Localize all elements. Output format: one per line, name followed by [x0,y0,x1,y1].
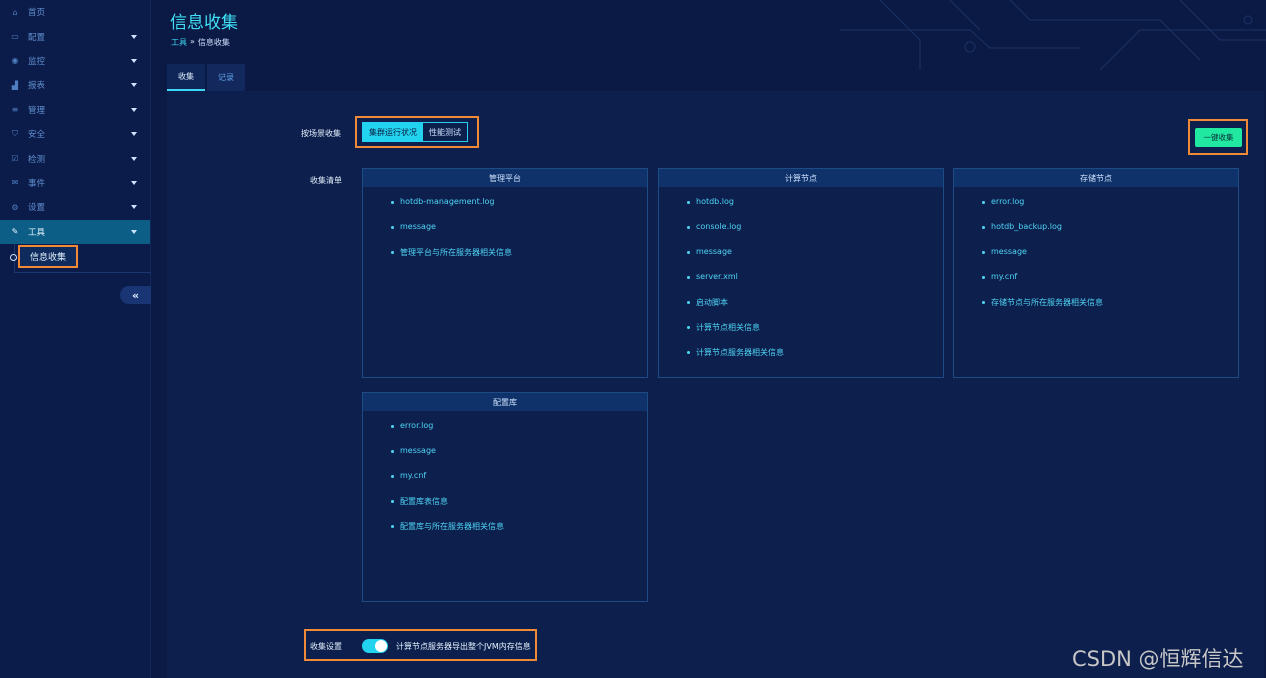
watermark: CSDN @恒辉信达 [1072,647,1244,671]
list-item: 配置库与所在服务器相关信息 [391,521,647,546]
list-item: 计算节点服务器相关信息 [687,347,943,372]
home-icon: ⌂ [12,7,18,17]
card-item-list: error.log hotdb_backup.log message my.cnf 存储… [954,187,1238,322]
chevron-down-icon [131,83,137,88]
chevron-down-icon [131,107,137,112]
card-item-list: hotdb-management.log message 管理平台与所在服务器相关信… [363,187,647,272]
database-icon: ≡ [11,105,19,115]
card-item-list: error.log message my.cnf 配置库表信息 配置库与所在服务器相关信… [363,411,647,546]
checkbox-icon: ☑ [11,154,19,164]
sidebar-item-label: 首页 [28,8,46,19]
tab-bar: 收集 记录 [167,64,247,91]
sidebar-item-label: 监控 [28,56,46,67]
monitor-icon: ▭ [11,32,19,42]
sidebar-item-9[interactable]: ✎ 工具 [0,219,150,244]
chart-icon: ▟ [11,80,19,90]
scene-selector: 集群运行状况 性能测试 [362,122,468,142]
list-item: console.log [687,222,943,247]
card-title: 管理平台 [363,169,647,187]
card-config-db: 配置库 error.log message my.cnf 配置库表信息 配置库与所在服务… [362,392,648,602]
card-title: 存储节点 [954,169,1238,187]
scene-option-performance-test[interactable]: 性能测试 [423,123,467,141]
eye-icon: ◉ [11,56,19,66]
sidebar-subitem-info-collect[interactable]: 信息收集 [18,244,78,268]
list-label: 收集清单 [310,176,342,185]
list-item: error.log [391,421,647,446]
jvm-memory-toggle[interactable] [362,639,388,653]
gear-icon: ⚙ [11,202,19,212]
tab-collect[interactable]: 收集 [167,64,205,91]
card-title: 计算节点 [659,169,943,187]
sidebar-item-label: 事件 [28,178,46,189]
chevron-down-icon [131,156,137,161]
list-item: message [391,446,647,471]
breadcrumb-separator: » [190,37,195,46]
list-item: 配置库表信息 [391,496,647,521]
scene-label: 按场景收集 [301,129,341,138]
sidebar-item-6[interactable]: ☑ 检测 [0,146,150,170]
sub-menu: 信息收集 [0,243,151,273]
toggle-description: 计算节点服务器导出整个JVM内存信息 [396,642,531,651]
list-item: 计算节点相关信息 [687,322,943,347]
background-decoration [840,0,1266,70]
list-item: 存储节点与所在服务器相关信息 [982,297,1238,322]
list-item: my.cnf [391,471,647,496]
card-storage-node: 存储节点 error.log hotdb_backup.log message my.… [953,168,1239,378]
sidebar-item-label: 检测 [28,154,46,165]
sidebar-item-8[interactable]: ⚙ 设置 [0,195,150,219]
toggle-knob [375,640,387,652]
sidebar-item-1[interactable]: ▭ 配置 [0,24,150,48]
chevron-down-icon [131,132,137,137]
sidebar-item-label: 工具 [28,227,46,238]
settings-label: 收集设置 [310,642,342,651]
breadcrumb: 工具 » 信息收集 [171,37,230,48]
sidebar: ⌂ 首页 ▭ 配置 ◉ 监控 ▟ 报表 ≡ 管理 ⛉ 安全 ☑ 检测 ✉ 事件 ⚙ 设置 ✎ 工具 信息收集 « [0,0,151,678]
list-item: error.log [982,197,1238,222]
sidebar-item-0[interactable]: ⌂ 首页 [0,0,150,24]
sidebar-item-label: 配置 [28,32,46,43]
card-management-platform: 管理平台 hotdb-management.log message 管理平台与所在服… [362,168,648,378]
wrench-icon: ✎ [11,227,19,237]
chevron-down-icon [131,229,137,234]
circle-icon [10,253,17,261]
sidebar-item-7[interactable]: ✉ 事件 [0,171,150,195]
tab-records[interactable]: 记录 [207,64,245,91]
sidebar-item-4[interactable]: ≡ 管理 [0,98,150,122]
breadcrumb-tools-link[interactable]: 工具 [171,37,187,48]
sidebar-item-5[interactable]: ⛉ 安全 [0,122,150,146]
list-item: my.cnf [982,272,1238,297]
list-item: 管理平台与所在服务器相关信息 [391,247,647,272]
sidebar-item-label: 设置 [28,203,46,214]
list-item: 启动脚本 [687,297,943,322]
chevron-down-icon [131,58,137,63]
list-item: message [687,247,943,272]
page-title: 信息收集 [170,13,238,33]
list-item: hotdb_backup.log [982,222,1238,247]
sidebar-item-label: 管理 [28,105,46,116]
list-item: server.xml [687,272,943,297]
list-item: hotdb-management.log [391,197,647,222]
list-item: message [391,222,647,247]
list-item: hotdb.log [687,197,943,222]
chevron-down-icon [131,34,137,39]
sidebar-item-3[interactable]: ▟ 报表 [0,73,150,97]
chevron-down-icon [131,205,137,210]
scene-option-cluster-status[interactable]: 集群运行状况 [363,123,423,141]
sidebar-item-2[interactable]: ◉ 监控 [0,49,150,73]
nav-list: ⌂ 首页 ▭ 配置 ◉ 监控 ▟ 报表 ≡ 管理 ⛉ 安全 ☑ 检测 ✉ 事件 ⚙ 设置 ✎ 工具 [0,0,150,244]
shield-icon: ⛉ [12,129,18,139]
sidebar-item-label: 安全 [28,130,46,141]
collapse-sidebar-button[interactable]: « [120,286,151,304]
card-compute-node: 计算节点 hotdb.log console.log message server.x… [658,168,944,378]
breadcrumb-current: 信息收集 [197,38,230,47]
card-item-list: hotdb.log console.log message server.xml 启动脚… [659,187,943,372]
chevron-down-icon [131,180,137,185]
list-item: message [982,247,1238,272]
sidebar-item-label: 报表 [28,81,46,92]
card-title: 配置库 [363,393,647,411]
one-click-collect-button[interactable]: 一键收集 [1195,128,1242,147]
envelope-icon: ✉ [11,178,19,188]
